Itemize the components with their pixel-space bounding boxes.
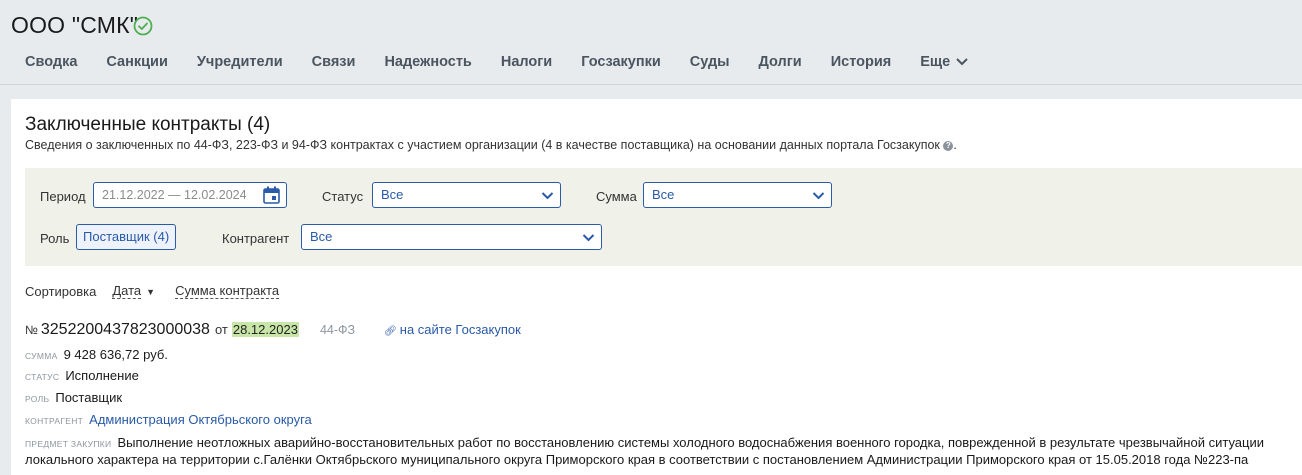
contract-sum-row: сумма 9 428 636,72 руб.	[25, 347, 168, 362]
contract-number[interactable]: 3252200437823000038	[41, 321, 210, 339]
filters-panel: Период 21.12.2022 — 12.02.2024 Статус Вс…	[25, 168, 1302, 266]
status-label: Статус	[322, 189, 364, 204]
counterparty-label: Контрагент	[222, 231, 290, 246]
role-supplier-button[interactable]: Поставщик (4)	[76, 224, 177, 250]
status-value: Все	[381, 187, 404, 202]
subject-label: предмет закупки	[25, 439, 112, 449]
status-select[interactable]: Все	[372, 182, 561, 208]
info-icon[interactable]: ?	[943, 141, 954, 151]
sum-value: Все	[652, 187, 675, 202]
counterparty-link[interactable]: Администрация Октябрьского округа	[89, 412, 312, 427]
sum-select[interactable]: Все	[643, 182, 832, 208]
section-subtitle: Сведения о заключенных по 44-ФЗ, 223-ФЗ …	[25, 138, 957, 152]
subtitle-end: .	[953, 138, 957, 152]
tab-courts[interactable]: Суды	[690, 54, 730, 70]
contract-date: 28.12.2023	[231, 322, 299, 337]
counterparty-select[interactable]: Все	[301, 224, 602, 250]
contract-law: 44-ФЗ	[319, 323, 356, 337]
contract-header: № 3252200437823000038 от 28.12.2023 44-Ф…	[25, 321, 521, 339]
counterparty-value: Все	[310, 229, 333, 244]
status-row-value: Исполнение	[65, 368, 139, 383]
link-icon: 🔗︎	[384, 326, 397, 337]
tab-more[interactable]: Еще	[920, 54, 968, 70]
section-title: Заключенные контракты (4)	[25, 114, 271, 135]
sort-by-sum[interactable]: Сумма контракта	[175, 284, 280, 299]
tab-more-label: Еще	[920, 54, 951, 70]
period-label: Период	[40, 189, 86, 204]
period-value: 21.12.2022 — 12.02.2024	[102, 188, 247, 202]
counterparty-row-label: контрагент	[25, 416, 84, 426]
check-circle-icon	[133, 16, 153, 36]
header-divider	[0, 84, 1302, 85]
sort-desc-icon: ▼	[146, 286, 156, 297]
sort-bar: Сортировка Дата ▼ Сумма контракта	[25, 284, 280, 299]
chevron-down-icon	[541, 192, 554, 200]
chevron-down-icon	[812, 192, 825, 200]
status-row-label: статус	[25, 372, 60, 382]
tab-debts[interactable]: Долги	[759, 54, 802, 70]
tab-svodka[interactable]: Сводка	[25, 54, 77, 70]
tab-bar: Сводка Санкции Учредители Связи Надежнос…	[25, 54, 997, 70]
contract-subject: предмет закупки Выполнение неотложных ава…	[25, 435, 1300, 468]
role-label: Роль	[40, 231, 70, 246]
role-row-value: Поставщик	[55, 390, 123, 405]
subject-value: Выполнение неотложных аварийно-восстанов…	[25, 435, 1264, 467]
contract-status-row: статус Исполнение	[25, 368, 139, 383]
procurement-site-label: на сайте Госзакупок	[399, 322, 521, 337]
calendar-icon[interactable]	[263, 186, 280, 204]
role-row-label: роль	[25, 394, 50, 404]
subtitle-text: Сведения о заключенных по 44-ФЗ, 223-ФЗ …	[25, 138, 940, 152]
tab-founders[interactable]: Учредители	[197, 54, 283, 70]
period-input[interactable]: 21.12.2022 — 12.02.2024	[93, 182, 287, 208]
tab-reliability[interactable]: Надежность	[384, 54, 471, 70]
contract-from: от	[214, 322, 228, 337]
contracts-card: Заключенные контракты (4) Сведения о зак…	[11, 99, 1302, 475]
tab-procurement[interactable]: Госзакупки	[581, 54, 661, 70]
tab-taxes[interactable]: Налоги	[501, 54, 552, 70]
chevron-down-icon	[956, 58, 968, 66]
sum-row-label: сумма	[25, 351, 58, 361]
chevron-down-icon	[582, 234, 595, 242]
company-header: ООО "СМК" Сводка Санкции Учредители Связ…	[0, 0, 1302, 86]
sum-label: Сумма	[596, 189, 637, 204]
company-name: ООО "СМК"	[11, 12, 139, 38]
contract-counterparty-row: контрагент Администрация Октябрьского ок…	[25, 412, 312, 427]
number-sign: №	[25, 323, 38, 337]
tab-sanctions[interactable]: Санкции	[106, 54, 167, 70]
sort-label: Сортировка	[25, 284, 97, 299]
sum-row-value: 9 428 636,72 руб.	[63, 347, 168, 362]
procurement-site-link[interactable]: 🔗︎ на сайте Госзакупок	[384, 322, 521, 337]
sort-by-date[interactable]: Дата	[112, 284, 142, 299]
tab-links[interactable]: Связи	[312, 54, 356, 70]
contract-role-row: роль Поставщик	[25, 390, 122, 405]
tab-history[interactable]: История	[831, 54, 892, 70]
